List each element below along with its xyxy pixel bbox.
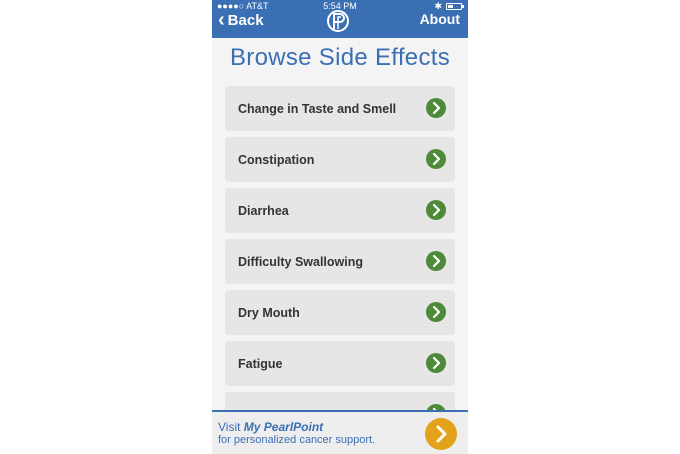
promo-visit-text: Visit bbox=[218, 420, 241, 434]
list-item-difficulty-swallowing[interactable]: Difficulty Swallowing bbox=[225, 239, 455, 284]
promo-line: Visit My PearlPoint bbox=[218, 420, 323, 434]
chevron-right-icon bbox=[426, 302, 446, 322]
promo-banner[interactable]: Visit My PearlPoint for personalized can… bbox=[212, 410, 468, 454]
chevron-right-icon bbox=[426, 200, 446, 220]
list-item-label: Change in Taste and Smell bbox=[238, 101, 397, 116]
phone-screen: ●●●●○ AT&T 5:54 PM ✱ ‹ Back About Browse… bbox=[212, 0, 468, 454]
list-item-label: Fatigue bbox=[238, 356, 283, 371]
back-label: Back bbox=[227, 11, 264, 29]
chevron-left-icon: ‹ bbox=[218, 9, 225, 31]
promo-subtitle: for personalized cancer support. bbox=[218, 434, 376, 446]
list-item-dry-mouth[interactable]: Dry Mouth bbox=[225, 290, 455, 335]
chevron-right-icon bbox=[426, 353, 446, 373]
chevron-right-icon bbox=[426, 98, 446, 118]
promo-brand: My PearlPoint bbox=[243, 420, 324, 434]
navigation-bar: ●●●●○ AT&T 5:54 PM ✱ ‹ Back About bbox=[212, 0, 468, 38]
list-item-label: Diarrhea bbox=[238, 203, 289, 218]
chevron-right-icon[interactable] bbox=[425, 418, 457, 450]
side-effects-list: Change in Taste and Smell Constipation D… bbox=[225, 86, 455, 443]
list-item-change-in-taste-and-smell[interactable]: Change in Taste and Smell bbox=[225, 86, 455, 131]
list-item-label: Difficulty Swallowing bbox=[238, 254, 364, 269]
pearlpoint-logo-icon bbox=[327, 10, 349, 32]
list-item-diarrhea[interactable]: Diarrhea bbox=[225, 188, 455, 233]
list-item-label: Dry Mouth bbox=[238, 305, 300, 320]
list-item-fatigue[interactable]: Fatigue bbox=[225, 341, 455, 386]
chevron-right-icon bbox=[426, 251, 446, 271]
battery-tip bbox=[462, 5, 464, 8]
chevron-right-icon bbox=[426, 149, 446, 169]
list-item-constipation[interactable]: Constipation bbox=[225, 137, 455, 182]
battery-icon bbox=[446, 3, 462, 10]
about-button[interactable]: About bbox=[420, 11, 460, 27]
back-button[interactable]: ‹ Back bbox=[218, 10, 264, 30]
list-item-label: Constipation bbox=[238, 152, 315, 167]
page-title: Browse Side Effects bbox=[229, 44, 451, 71]
